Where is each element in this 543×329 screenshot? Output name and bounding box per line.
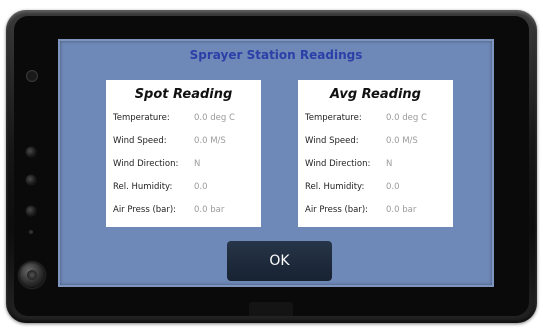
ok-button[interactable]: OK bbox=[227, 241, 332, 281]
row-value: 0.0 deg C bbox=[194, 113, 235, 123]
row-value: 0.0 bbox=[386, 182, 400, 192]
row-value: N bbox=[386, 159, 393, 169]
row-label: Rel. Humidity: bbox=[113, 182, 173, 192]
row-value: 0.0 bbox=[194, 182, 208, 192]
row-value: 0.0 M/S bbox=[386, 136, 418, 146]
avg-reading-heading: Avg Reading bbox=[330, 87, 421, 102]
row-value: 0.0 bar bbox=[194, 205, 225, 215]
indicator-led-icon bbox=[29, 230, 33, 234]
avg-reading-panel: Avg Reading Temperature: 0.0 deg C Wind … bbox=[298, 80, 453, 227]
row-value: 0.0 deg C bbox=[386, 113, 427, 123]
spot-row-air-press: Air Press (bar): 0.0 bar bbox=[113, 203, 257, 217]
spot-reading-heading: Spot Reading bbox=[134, 87, 233, 102]
row-label: Wind Speed: bbox=[113, 136, 167, 146]
side-button-3[interactable] bbox=[26, 206, 36, 216]
power-button[interactable] bbox=[19, 262, 45, 288]
camera-sensor-icon bbox=[26, 70, 38, 82]
side-button-1[interactable] bbox=[26, 147, 36, 157]
row-label: Temperature: bbox=[113, 113, 170, 123]
row-value: 0.0 M/S bbox=[194, 136, 226, 146]
side-button-2[interactable] bbox=[26, 175, 36, 185]
row-value: N bbox=[194, 159, 201, 169]
row-label: Wind Direction: bbox=[113, 159, 179, 169]
row-label: Wind Speed: bbox=[305, 136, 359, 146]
avg-row-wind-direction: Wind Direction: N bbox=[305, 157, 449, 171]
bottom-connector bbox=[249, 302, 293, 316]
spot-row-rel-humidity: Rel. Humidity: 0.0 bbox=[113, 180, 257, 194]
avg-row-wind-speed: Wind Speed: 0.0 M/S bbox=[305, 134, 449, 148]
avg-row-temperature: Temperature: 0.0 deg C bbox=[305, 111, 449, 125]
spot-row-temperature: Temperature: 0.0 deg C bbox=[113, 111, 257, 125]
spot-reading-panel: Spot Reading Temperature: 0.0 deg C Wind… bbox=[106, 80, 261, 227]
spot-row-wind-speed: Wind Speed: 0.0 M/S bbox=[113, 134, 257, 148]
screen-title: Sprayer Station Readings bbox=[189, 48, 363, 62]
device-screen: Sprayer Station Readings Spot Reading Te… bbox=[58, 39, 494, 287]
row-value: 0.0 bar bbox=[386, 205, 417, 215]
row-label: Temperature: bbox=[305, 113, 362, 123]
spot-row-wind-direction: Wind Direction: N bbox=[113, 157, 257, 171]
row-label: Wind Direction: bbox=[305, 159, 371, 169]
avg-row-rel-humidity: Rel. Humidity: 0.0 bbox=[305, 180, 449, 194]
row-label: Rel. Humidity: bbox=[305, 182, 365, 192]
row-label: Air Press (bar): bbox=[113, 205, 177, 215]
row-label: Air Press (bar): bbox=[305, 205, 369, 215]
avg-row-air-press: Air Press (bar): 0.0 bar bbox=[305, 203, 449, 217]
